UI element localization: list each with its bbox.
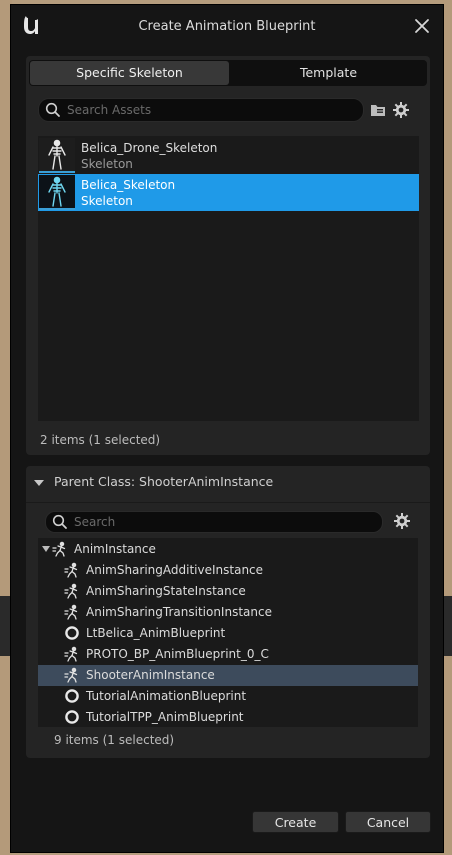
tree-item[interactable]: LtBelica_AnimBlueprint [38, 623, 418, 644]
tab-template[interactable]: Template [231, 61, 426, 85]
tree-item-label: ShooterAnimInstance [86, 668, 215, 682]
parent-class-label: Parent Class: ShooterAnimInstance [54, 474, 274, 489]
class-status-text: 9 items (1 selected) [54, 733, 175, 747]
tree-item-label: PROTO_BP_AnimBlueprint_0_C [86, 647, 269, 661]
asset-type: Skeleton [81, 157, 133, 171]
create-animation-blueprint-dialog: Create Animation Blueprint Specific Skel… [10, 4, 444, 853]
gear-icon[interactable] [392, 101, 410, 119]
search-icon [45, 102, 60, 117]
parent-class-header[interactable]: Parent Class: ShooterAnimInstance [34, 474, 273, 492]
tree-item-selected[interactable]: ShooterAnimInstance [38, 665, 418, 686]
gear-icon[interactable] [393, 512, 411, 530]
asset-item-selected[interactable]: Belica_Skeleton Skeleton [38, 174, 419, 211]
folder-icon[interactable] [369, 101, 387, 119]
expand-arrow-icon[interactable] [42, 546, 50, 552]
skeleton-thumbnail-icon [39, 175, 75, 210]
asset-type: Skeleton [81, 194, 133, 208]
class-search-input[interactable] [72, 513, 376, 531]
skeleton-thumbnail-icon [39, 138, 75, 173]
tree-item-animinstance[interactable]: AnimInstance [38, 539, 418, 560]
tree-item-label: AnimSharingStateInstance [86, 584, 246, 598]
title-bar[interactable]: Create Animation Blueprint [11, 5, 443, 49]
cancel-button[interactable]: Cancel [345, 811, 431, 833]
tree-item-label: TutorialAnimationBlueprint [86, 689, 247, 703]
divider [26, 502, 430, 503]
tree-item[interactable]: AnimSharingStateInstance [38, 581, 418, 602]
asset-status-text: 2 items (1 selected) [40, 433, 161, 447]
search-icon [52, 514, 67, 529]
close-icon[interactable] [413, 17, 431, 35]
tab-bar: Specific Skeleton Template [29, 60, 427, 86]
anim-instance-icon [64, 646, 78, 662]
asset-search-input[interactable] [65, 100, 359, 120]
class-search-box[interactable] [45, 511, 383, 533]
collapse-triangle-icon [34, 479, 44, 486]
blueprint-circle-icon [65, 626, 79, 640]
anim-instance-icon [52, 541, 66, 557]
blueprint-circle-icon [65, 689, 79, 703]
anim-instance-icon [64, 562, 78, 578]
tree-item-label: LtBelica_AnimBlueprint [86, 626, 226, 640]
asset-item[interactable]: Belica_Drone_Skeleton Skeleton [38, 137, 419, 174]
tree-item[interactable]: TutorialTPP_AnimBlueprint [38, 707, 418, 728]
anim-instance-icon [64, 604, 78, 620]
asset-search-box[interactable] [38, 98, 364, 122]
tree-item[interactable]: AnimSharingTransitionInstance [38, 602, 418, 623]
blueprint-circle-icon [65, 710, 79, 724]
tree-item[interactable]: AnimSharingAdditiveInstance [38, 560, 418, 581]
tree-item[interactable]: PROTO_BP_AnimBlueprint_0_C [38, 644, 418, 665]
tree-item-label: AnimInstance [74, 542, 156, 556]
asset-name: Belica_Drone_Skeleton [81, 141, 218, 155]
create-button[interactable]: Create [252, 811, 339, 833]
asset-search-row [38, 98, 420, 122]
asset-list: Belica_Drone_Skeleton Skeleton Belica_Sk… [38, 136, 419, 421]
tree-item-label: TutorialTPP_AnimBlueprint [86, 710, 244, 724]
dialog-title: Create Animation Blueprint [138, 19, 316, 34]
skeleton-panel: Specific Skeleton Template Search Assets… [26, 56, 430, 455]
asset-name: Belica_Skeleton [81, 178, 176, 192]
parent-class-panel: Parent Class: ShooterAnimInstance Search… [26, 466, 430, 758]
anim-instance-icon [64, 667, 78, 683]
tree-item[interactable]: TutorialAnimationBlueprint [38, 686, 418, 707]
class-tree: AnimInstance AnimSharingAdditiveInstance [38, 538, 418, 727]
tree-item-label: AnimSharingAdditiveInstance [86, 563, 264, 577]
tab-specific-skeleton[interactable]: Specific Skeleton [30, 61, 229, 85]
tree-item-label: AnimSharingTransitionInstance [86, 605, 272, 619]
anim-instance-icon [64, 583, 78, 599]
